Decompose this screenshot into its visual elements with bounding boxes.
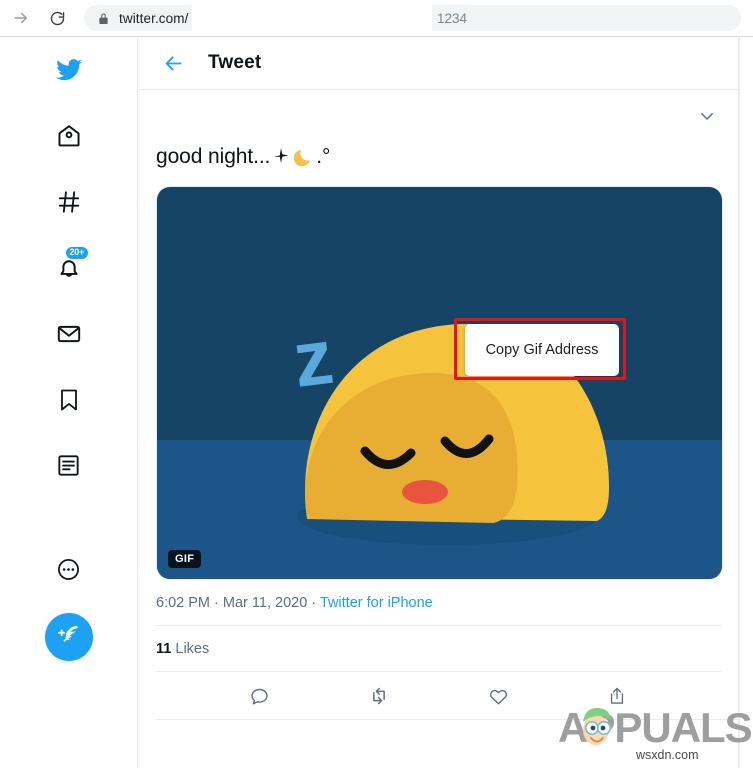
retweet-icon[interactable]: [362, 679, 396, 713]
url-redacted-region: [192, 5, 432, 31]
tweet-author-row: [156, 90, 721, 142]
notification-badge: 20+: [65, 247, 89, 260]
tweet-actions: [156, 672, 753, 720]
share-icon[interactable]: [600, 679, 634, 713]
sidebar-item-more[interactable]: [44, 547, 94, 597]
crescent-moon-emoji: [293, 146, 315, 168]
reload-icon[interactable]: [42, 3, 72, 33]
context-menu[interactable]: Copy Gif Address: [465, 324, 619, 376]
forward-arrow-icon[interactable]: [6, 3, 36, 33]
meta-sep-2: ·: [307, 595, 320, 611]
sidebar-item-logo[interactable]: [44, 47, 94, 97]
bell-icon: [56, 255, 82, 286]
more-dots-icon: [56, 557, 81, 587]
actions-bottom-divider: [156, 719, 753, 720]
lock-icon: [98, 12, 109, 25]
tweet-likes-row[interactable]: 11 Likes: [156, 626, 721, 672]
twitter-bird-icon: [55, 56, 83, 89]
heart-icon[interactable]: [481, 679, 515, 713]
lists-icon: [56, 453, 81, 483]
tweet-source[interactable]: Twitter for iPhone: [320, 595, 433, 611]
sidebar-item-explore[interactable]: [44, 179, 94, 229]
sidebar-item-lists[interactable]: [44, 443, 94, 493]
watermark-site-url: wsxdn.com: [636, 748, 699, 762]
sidebar-item-messages[interactable]: [44, 311, 94, 361]
tweet-meta: 6:02 PM · Mar 11, 2020 · Twitter for iPh…: [156, 580, 721, 626]
sidebar-item-home[interactable]: [44, 113, 94, 163]
url-text: twitter.com/: [119, 10, 189, 26]
tweet-page-header: Tweet: [139, 37, 738, 90]
sidebar-item-bookmarks[interactable]: [44, 377, 94, 427]
meta-sep-1: ·: [210, 595, 223, 611]
tweet-text-prefix: good night...: [156, 145, 271, 168]
browser-toolbar: twitter.com/ 1234: [0, 0, 753, 36]
likes-count: 11: [156, 641, 172, 657]
page-title: Tweet: [208, 52, 262, 73]
sparkle-emoji: [271, 147, 291, 167]
copy-gif-address-item[interactable]: Copy Gif Address: [486, 342, 599, 358]
feather-compose-icon: [56, 622, 82, 653]
back-arrow-icon[interactable]: [156, 46, 190, 80]
browser-window: twitter.com/ 1234 20+ Tweet good night..…: [0, 0, 753, 768]
chevron-down-icon[interactable]: [697, 106, 717, 126]
tweet-text-suffix: .°: [316, 145, 331, 168]
tweet-time: 6:02 PM: [156, 595, 210, 611]
twitter-sidebar: 20+: [0, 37, 138, 768]
url-tail-text: 1234: [437, 10, 468, 26]
address-bar[interactable]: twitter.com/ 1234: [84, 5, 741, 31]
gif-badge: GIF: [168, 550, 202, 568]
page-scrollbar[interactable]: [739, 37, 753, 768]
hashtag-icon: [56, 189, 82, 220]
compose-tweet-button[interactable]: [44, 613, 93, 661]
tweet-body: good night... .° z GIF Copy Gif Address …: [139, 90, 753, 720]
bookmark-icon: [57, 387, 81, 418]
tweet-detail-column: Tweet good night... .° z GIF Copy Gif Ad…: [139, 37, 753, 768]
sidebar-item-notifications[interactable]: 20+: [44, 245, 94, 295]
tweet-gif-media[interactable]: z GIF Copy Gif Address: [156, 186, 723, 580]
home-icon: [56, 123, 82, 154]
envelope-icon: [56, 321, 82, 352]
tweet-text: good night... .°: [156, 144, 721, 170]
reply-icon[interactable]: [243, 679, 277, 713]
likes-label: Likes: [175, 641, 210, 657]
tweet-date: Mar 11, 2020: [222, 595, 308, 611]
